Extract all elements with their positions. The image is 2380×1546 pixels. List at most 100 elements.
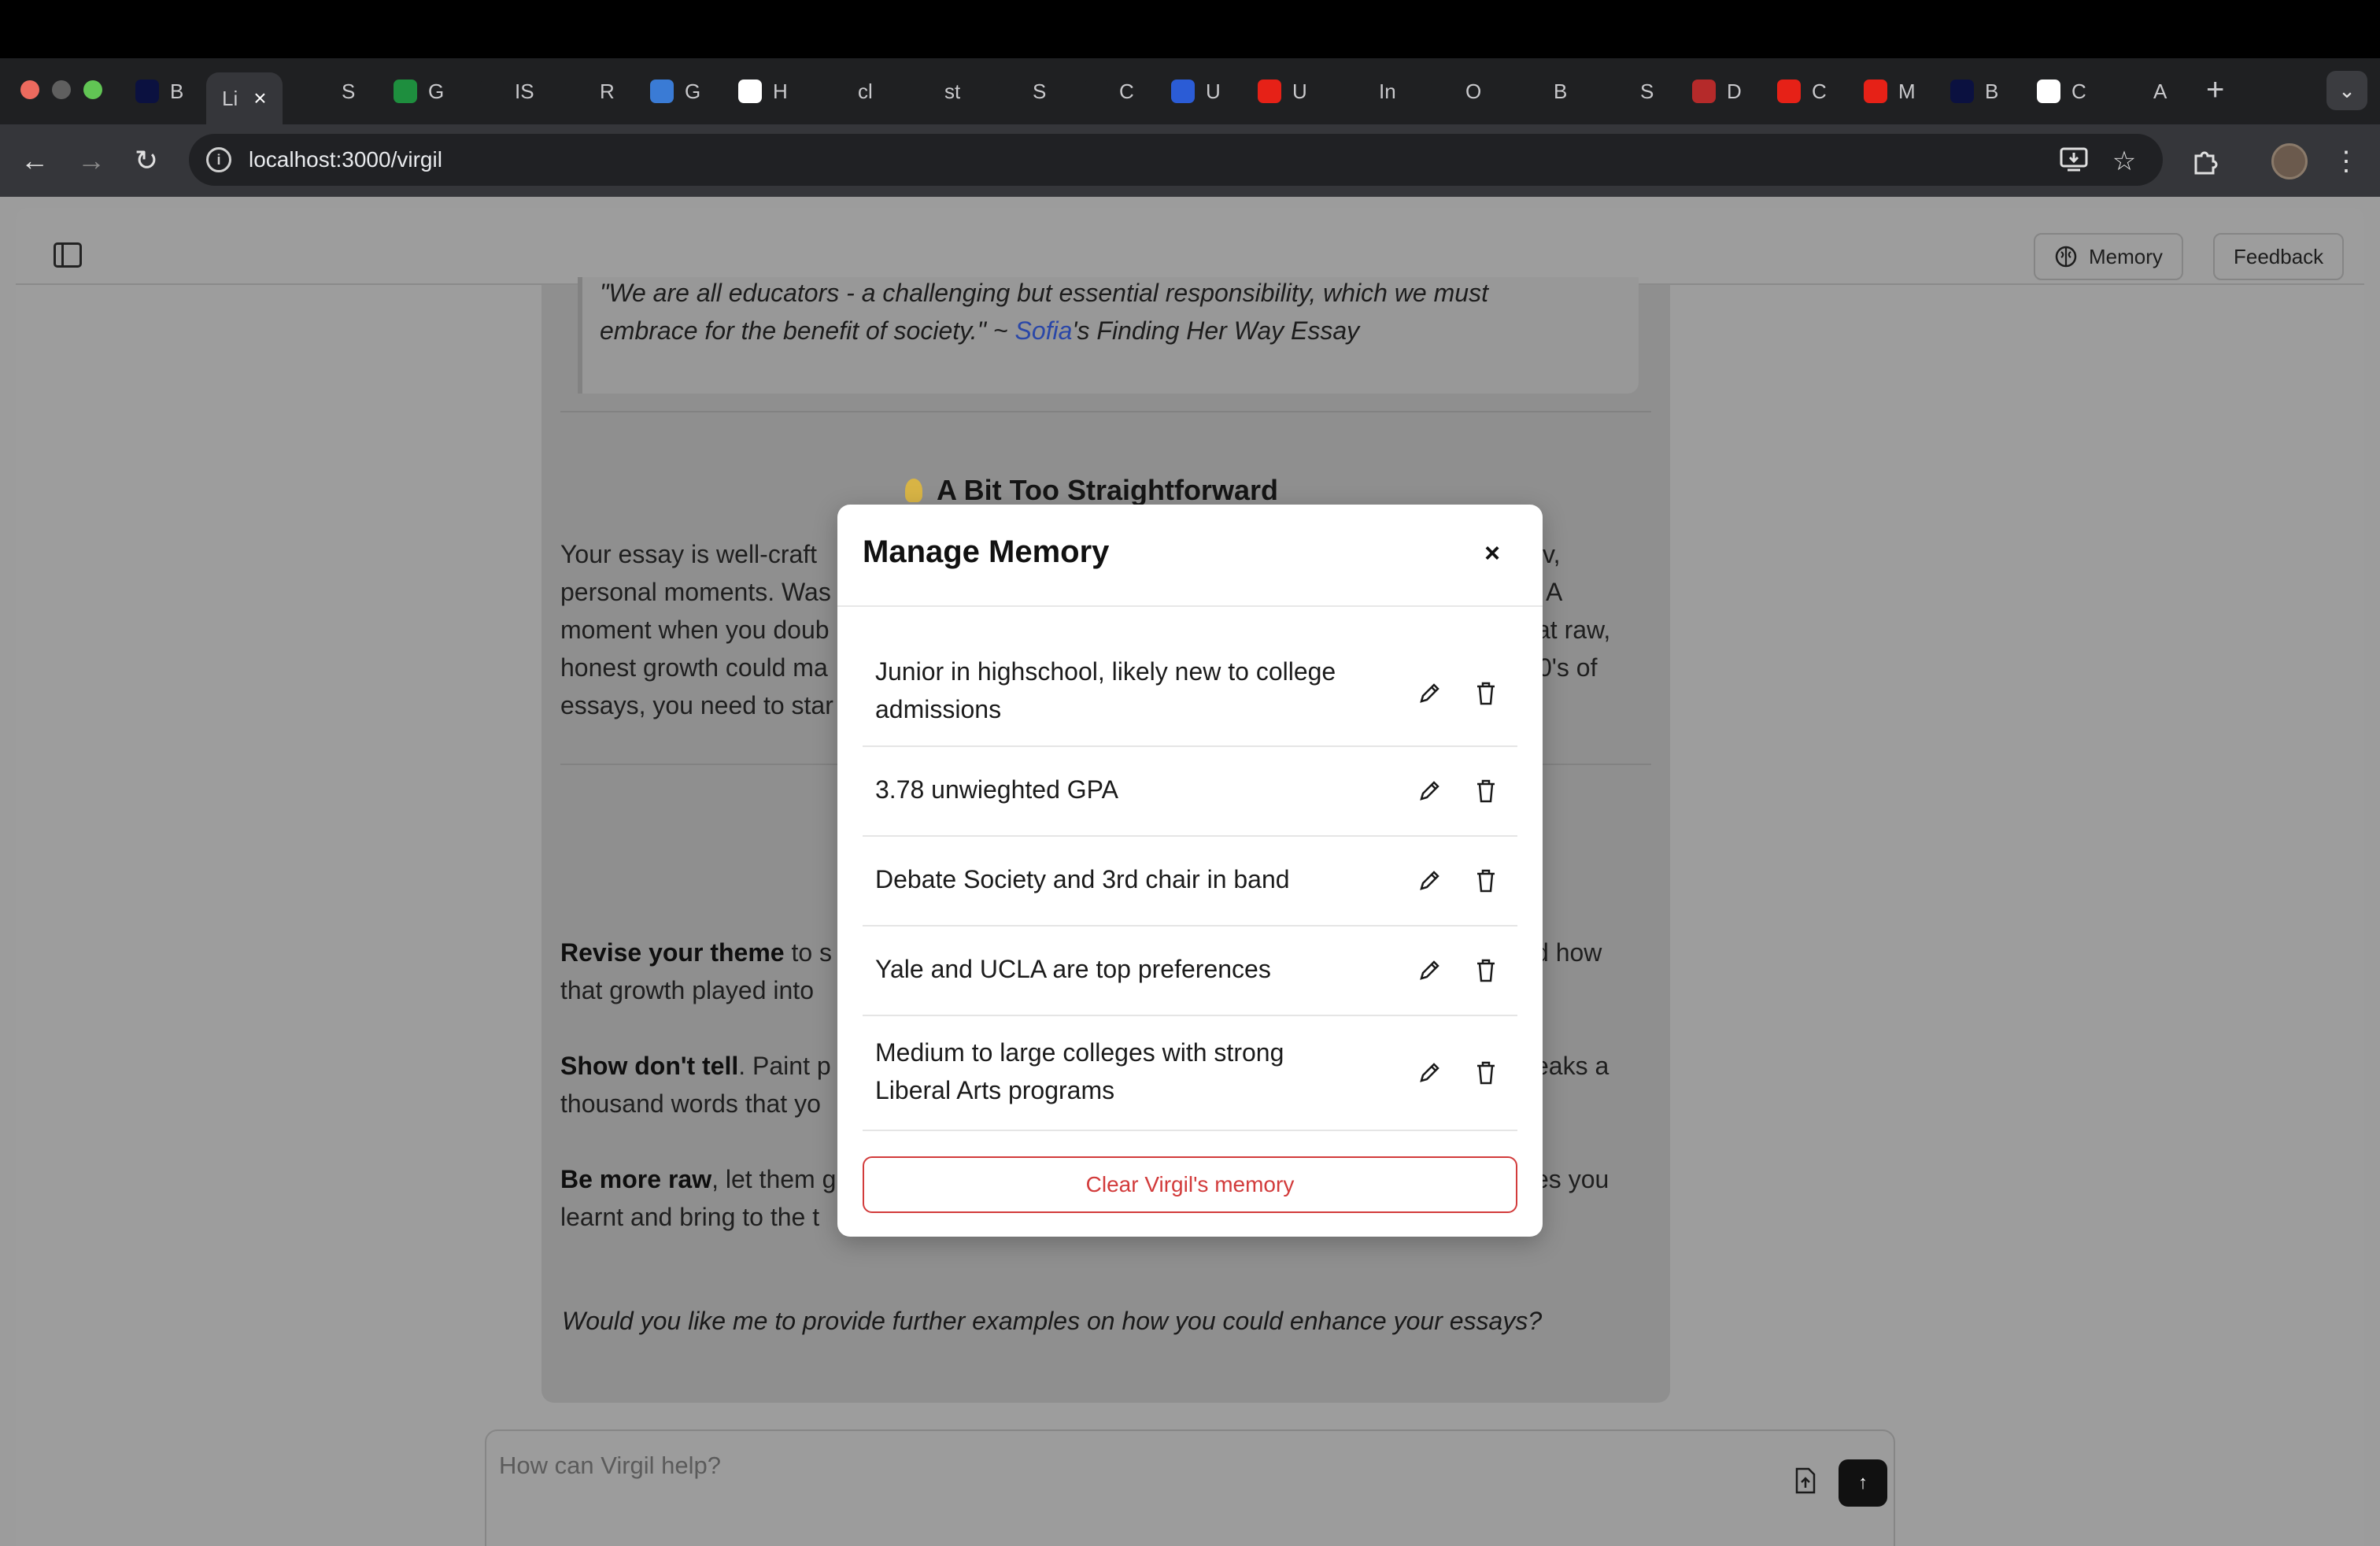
modal-title: Manage Memory: [863, 534, 1110, 569]
browser-tab[interactable]: U: [1258, 72, 1307, 110]
chat-composer[interactable]: How can Virgil help? ↑: [485, 1429, 1895, 1546]
browser-tab[interactable]: st: [910, 72, 960, 110]
paragraph-right-fragment: v,: [1543, 540, 1561, 568]
paragraph-fragment: to s: [784, 938, 833, 967]
edit-pencil-icon[interactable]: [1412, 864, 1447, 898]
paragraph-line: personal moments. Was: [560, 578, 831, 606]
browser-tab[interactable]: B: [135, 72, 183, 110]
browser-tab[interactable]: M: [1864, 72, 1916, 110]
browser-tab[interactable]: cl: [823, 72, 873, 110]
tab-title: A: [2153, 79, 2168, 103]
memory-button[interactable]: Memory: [2034, 233, 2183, 280]
memory-item: Medium to large colleges with strong Lib…: [863, 1016, 1517, 1131]
browser-tab[interactable]: B: [1950, 72, 1998, 110]
bookmark-star-icon[interactable]: ☆: [2105, 142, 2144, 181]
window-close-icon[interactable]: [20, 80, 39, 99]
browser-tab[interactable]: U: [1171, 72, 1221, 110]
trash-icon[interactable]: [1469, 676, 1503, 711]
tab-title: H: [773, 79, 788, 103]
trash-icon[interactable]: [1469, 774, 1503, 808]
close-icon[interactable]: ×: [1475, 536, 1510, 571]
feedback-button[interactable]: Feedback: [2213, 233, 2345, 280]
clear-memory-button[interactable]: Clear Virgil's memory: [863, 1156, 1517, 1213]
trash-icon[interactable]: [1469, 1056, 1503, 1090]
file-upload-icon[interactable]: [1793, 1467, 1818, 1494]
tab-title: C: [2071, 79, 2086, 103]
quote-line: "We are all educators - a challenging bu…: [600, 279, 1488, 307]
dots-icon: [1692, 80, 1716, 103]
browser-tab[interactable]: O: [1431, 72, 1481, 110]
quote-fragment: embrace for the benefit of society." ~: [600, 316, 1015, 345]
reload-icon[interactable]: ↻: [126, 140, 167, 181]
trash-icon[interactable]: [1469, 864, 1503, 898]
browser-tab[interactable]: R: [565, 72, 615, 110]
paragraph-right-fragment: eaks a: [1535, 1052, 1609, 1080]
edit-pencil-icon[interactable]: [1412, 953, 1447, 988]
paragraph-line: Show don't tell. Paint p: [560, 1047, 831, 1085]
browser-tab[interactable]: C: [2037, 72, 2086, 110]
install-app-icon[interactable]: [2054, 140, 2094, 179]
browser-menu-icon[interactable]: ⋮: [2326, 142, 2366, 181]
tab-title: G: [685, 79, 701, 103]
paragraph-line: essays, you need to star: [560, 691, 833, 719]
paragraph-left: Your essay is well-craft personal moment…: [560, 535, 833, 724]
edit-pencil-icon[interactable]: [1412, 676, 1447, 711]
browser-tab[interactable]: B: [1519, 72, 1567, 110]
tab-search-icon[interactable]: ⌄: [2326, 71, 2367, 110]
memory-text: Medium to large colleges with strong Lib…: [875, 1034, 1379, 1109]
youtube-icon: [1864, 80, 1887, 103]
browser-tab[interactable]: D: [1692, 72, 1742, 110]
paragraph-line: that growth played into: [560, 976, 814, 1004]
composer-placeholder: How can Virgil help?: [499, 1452, 722, 1479]
meet-icon: [394, 80, 417, 103]
tab-title: S: [1640, 79, 1654, 103]
browser-tab[interactable]: G: [650, 72, 700, 110]
be-more-raw-block: Be more raw, let them g learnt and bring…: [560, 1160, 836, 1236]
paragraph-line: moment when you doub: [560, 616, 830, 644]
edit-pencil-icon[interactable]: [1412, 774, 1447, 808]
section-divider: [560, 411, 1651, 412]
forward-icon[interactable]: →: [71, 140, 112, 181]
sidebar-toggle-icon[interactable]: [54, 242, 82, 268]
memory-item: Debate Society and 3rd chair in band: [863, 837, 1517, 926]
manage-memory-modal: Manage Memory × Junior in highschool, li…: [837, 505, 1543, 1237]
browser-tab[interactable]: Li ×: [206, 72, 283, 124]
browser-tab[interactable]: G: [394, 72, 444, 110]
trash-icon[interactable]: [1469, 953, 1503, 988]
tab-title: B: [1554, 79, 1568, 103]
browser-tab[interactable]: S: [998, 72, 1046, 110]
tab-favicon: [135, 80, 159, 103]
browser-tab[interactable]: IS: [480, 72, 534, 110]
send-button[interactable]: ↑: [1839, 1459, 1887, 1507]
bold-phrase: Revise your theme: [560, 938, 785, 967]
edit-pencil-icon[interactable]: [1412, 1056, 1447, 1090]
memory-text-line: admissions: [875, 695, 1002, 723]
arrow-up-icon: ↑: [1858, 1472, 1868, 1493]
browser-tab[interactable]: S: [307, 72, 355, 110]
spinner-icon: [1606, 80, 1629, 103]
tab-title: cl: [858, 79, 873, 103]
window-zoom-icon[interactable]: [83, 80, 102, 99]
tab-close-icon[interactable]: ×: [253, 86, 266, 111]
browser-tab[interactable]: In: [1344, 72, 1396, 110]
browser-tab[interactable]: H: [738, 72, 788, 110]
browser-tab[interactable]: A: [2119, 72, 2167, 110]
paragraph-line: Revise your theme to s: [560, 934, 832, 971]
tab-title: S: [342, 79, 356, 103]
address-bar[interactable]: i localhost:3000/virgil: [189, 134, 2163, 186]
closing-question: Would you like me to provide further exa…: [562, 1307, 1543, 1335]
profile-avatar[interactable]: [2271, 143, 2308, 179]
site-info-icon[interactable]: i: [206, 147, 231, 172]
browser-tab[interactable]: S: [1606, 72, 1654, 110]
eye-icon: [1519, 80, 1543, 103]
new-tab-icon[interactable]: +: [2206, 72, 2224, 107]
memory-item: Yale and UCLA are top preferences: [863, 926, 1517, 1016]
browser-tab[interactable]: C: [1777, 72, 1827, 110]
paragraph-line: learnt and bring to the t: [560, 1203, 820, 1231]
window-minimize-icon[interactable]: [52, 80, 71, 99]
browser-tab[interactable]: C: [1085, 72, 1134, 110]
tab-title: IS: [515, 79, 534, 103]
back-icon[interactable]: ←: [14, 140, 55, 181]
extensions-icon[interactable]: [2185, 142, 2224, 181]
quote-source-link[interactable]: Sofia: [1014, 316, 1072, 345]
